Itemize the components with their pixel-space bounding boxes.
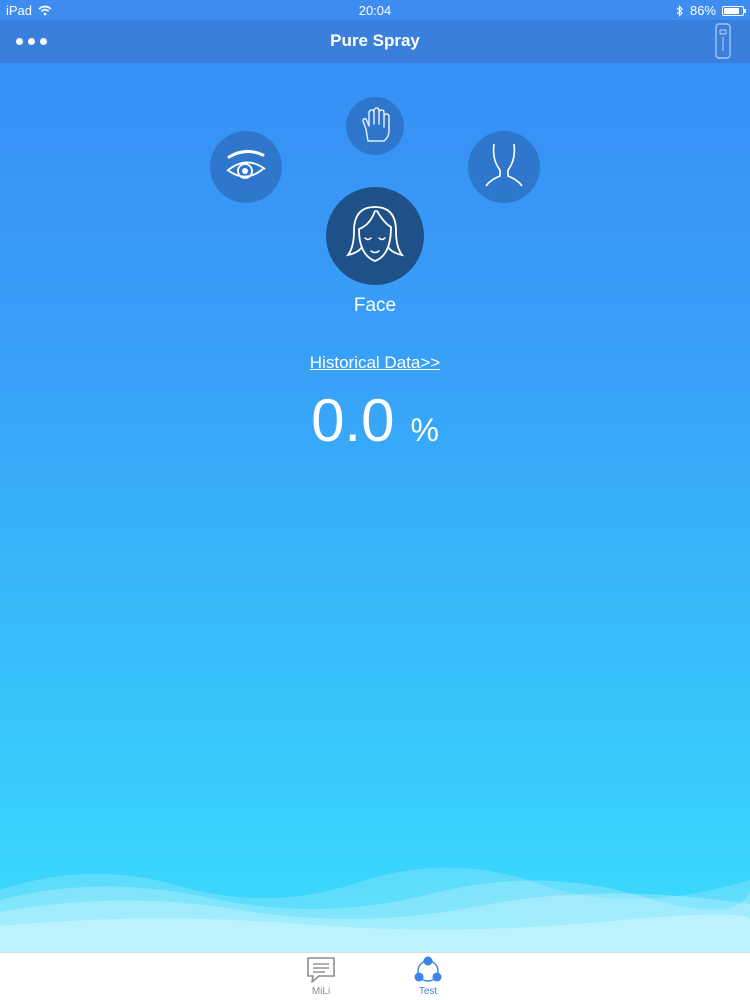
historical-data-link[interactable]: Historical Data>> [0, 353, 750, 373]
face-icon [345, 206, 405, 262]
status-right: 86% [676, 3, 746, 18]
spray-bottle-icon [715, 23, 731, 59]
reading-value: 0.0 [311, 387, 395, 454]
battery-percent: 86% [689, 3, 716, 18]
status-time: 20:04 [358, 3, 392, 18]
tab-bar: MiLi Test [0, 952, 750, 1000]
tab-test[interactable]: Test [398, 955, 458, 999]
hand-icon [362, 107, 390, 142]
body-part-eye-button[interactable] [210, 131, 282, 203]
battery-icon [722, 5, 746, 16]
bluetooth-icon [676, 4, 683, 17]
navigation-bar: Pure Spray [0, 20, 750, 63]
tab-test-label: Test [418, 986, 438, 997]
chat-bubble-icon [307, 957, 335, 983]
status-bar: iPad 20:04 86% [0, 0, 750, 20]
battery-level-fill [724, 7, 740, 14]
reading-unit: % [410, 412, 439, 448]
wave-decoration [0, 867, 750, 952]
tab-mili-label: MiLi [311, 986, 331, 997]
body-part-hand-button[interactable] [346, 97, 404, 155]
connect-nodes-icon [414, 956, 442, 982]
moisture-reading: 0.0% [0, 386, 750, 455]
body-part-neck-button[interactable] [468, 131, 540, 203]
app-screen: iPad 20:04 86% Pure Spray Face Historica… [0, 0, 750, 1000]
spray-device-button[interactable] [714, 22, 732, 60]
selected-body-part-label: Face [353, 295, 397, 316]
eye-icon [226, 150, 266, 179]
neck-icon [485, 143, 523, 187]
tab-mili[interactable]: MiLi [291, 955, 351, 999]
page-title: Pure Spray [330, 31, 420, 50]
body-part-face-button[interactable] [326, 187, 424, 285]
